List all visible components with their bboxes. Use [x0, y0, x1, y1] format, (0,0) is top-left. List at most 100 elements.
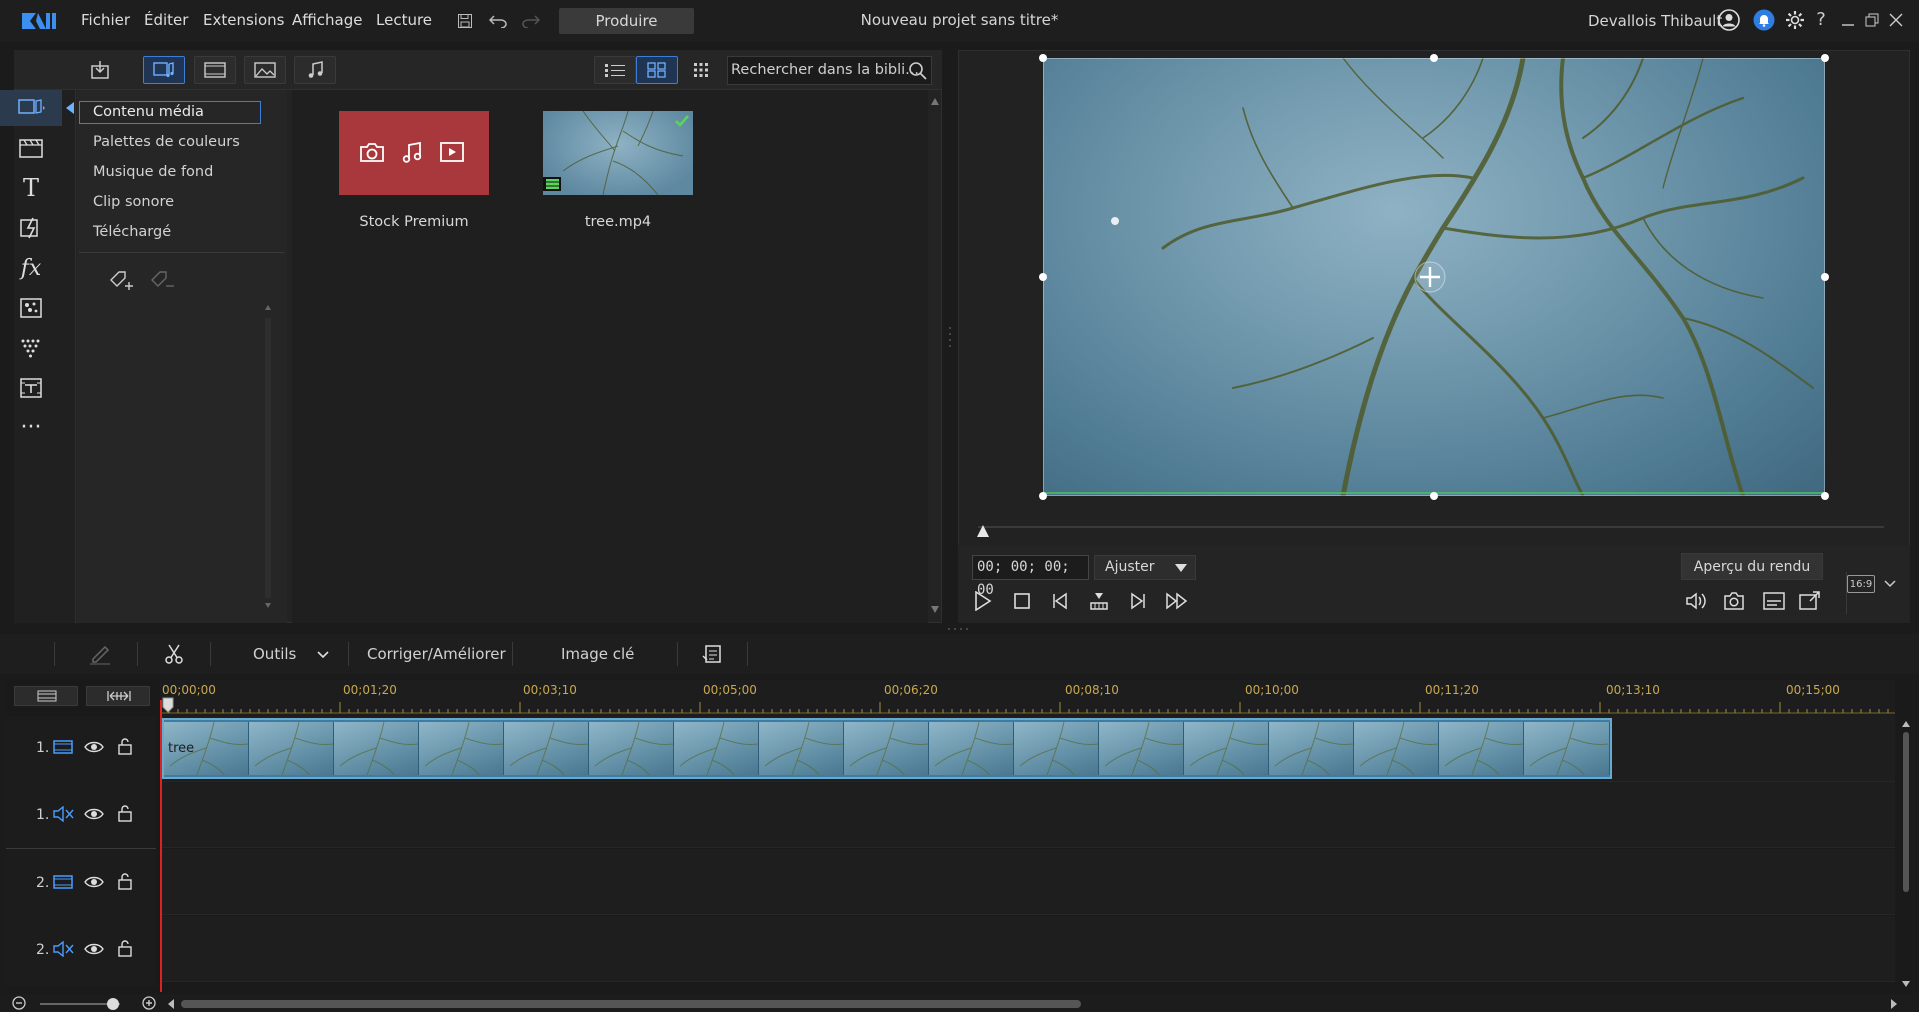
- panel-splitter-horizontal[interactable]: [946, 627, 972, 631]
- notification-bell-icon[interactable]: [1752, 8, 1776, 32]
- restore-window-icon[interactable]: [1862, 8, 1882, 32]
- tree-video-thumbnail[interactable]: [543, 111, 693, 195]
- clip-attributes-icon[interactable]: [698, 640, 726, 668]
- visibility-eye-icon[interactable]: [84, 806, 104, 822]
- category-sound-clip[interactable]: Clip sonore: [93, 194, 174, 210]
- transitions-room-icon[interactable]: [0, 130, 62, 166]
- lock-icon[interactable]: [117, 804, 133, 822]
- menu-fichier[interactable]: Fichier: [81, 11, 130, 29]
- undo-icon[interactable]: [487, 11, 509, 31]
- title-room-icon[interactable]: T: [0, 170, 62, 206]
- playhead-line[interactable]: [160, 700, 162, 992]
- stock-premium-tile[interactable]: [339, 111, 489, 195]
- visibility-eye-icon[interactable]: [84, 874, 104, 890]
- track-lane-audio-2[interactable]: [160, 916, 1895, 982]
- search-box[interactable]: Rechercher dans la bibli...: [727, 56, 932, 85]
- fit-timeline-button[interactable]: [86, 686, 150, 706]
- resize-handle-top[interactable]: [1430, 54, 1438, 62]
- small-grid-view-icon[interactable]: [688, 58, 714, 82]
- tab-video[interactable]: [194, 56, 236, 84]
- resize-handle-bottom-right[interactable]: [1821, 492, 1829, 500]
- next-frame-icon[interactable]: [1124, 588, 1150, 614]
- menu-lecture[interactable]: Lecture: [376, 11, 432, 29]
- produce-button[interactable]: Produire: [559, 8, 694, 34]
- volume-icon[interactable]: [1682, 588, 1710, 614]
- help-icon[interactable]: ?: [1811, 7, 1831, 31]
- track-lane-video-2[interactable]: [160, 849, 1895, 915]
- media-room-icon[interactable]: [0, 90, 62, 126]
- resize-handle-top-right[interactable]: [1821, 54, 1829, 62]
- lock-icon[interactable]: [117, 737, 133, 755]
- timecode-field[interactable]: 00; 00; 00; 00: [972, 555, 1089, 598]
- zoom-in-icon[interactable]: [142, 996, 156, 1010]
- preview-scrub-track[interactable]: [978, 526, 1884, 528]
- save-icon[interactable]: [455, 11, 475, 31]
- resize-handle-bottom-left[interactable]: [1039, 492, 1047, 500]
- import-media-button[interactable]: [78, 56, 122, 84]
- subtitles-icon[interactable]: [1760, 588, 1788, 614]
- category-color-palettes[interactable]: Palettes de couleurs: [93, 134, 240, 150]
- tools-chevron-down-icon[interactable]: [317, 651, 329, 659]
- lock-icon[interactable]: [117, 872, 133, 890]
- undock-preview-icon[interactable]: [1796, 588, 1824, 614]
- resize-handle-right[interactable]: [1821, 273, 1829, 281]
- menu-extensions[interactable]: Extensions: [203, 11, 284, 29]
- track-manager-button[interactable]: [14, 686, 78, 706]
- render-preview-button[interactable]: Aperçu du rendu: [1681, 553, 1823, 580]
- tools-menu-button[interactable]: Outils: [253, 645, 296, 663]
- remove-tag-icon[interactable]: [147, 267, 175, 295]
- play-icon[interactable]: [970, 588, 996, 614]
- search-icon[interactable]: [908, 61, 928, 81]
- more-rooms-icon[interactable]: ···: [0, 410, 62, 446]
- user-account-icon[interactable]: [1717, 8, 1741, 32]
- timeline-vertical-scrollbar[interactable]: [1900, 718, 1912, 990]
- category-background-music[interactable]: Musique de fond: [93, 164, 213, 180]
- panel-splitter-vertical[interactable]: [948, 325, 952, 349]
- timeline-clip-tree[interactable]: [162, 718, 1612, 779]
- menu-editer[interactable]: Éditer: [144, 11, 188, 29]
- preview-scrub-handle[interactable]: [976, 524, 990, 538]
- resize-handle-left[interactable]: [1039, 273, 1047, 281]
- resize-handle-top-left[interactable]: [1039, 54, 1047, 62]
- add-tag-icon[interactable]: [106, 267, 134, 295]
- visibility-eye-icon[interactable]: [84, 941, 104, 957]
- redo-icon[interactable]: [520, 11, 542, 31]
- particles-room-icon[interactable]: [0, 290, 62, 326]
- edit-pencil-icon[interactable]: [86, 640, 114, 668]
- zoom-out-icon[interactable]: [12, 996, 26, 1010]
- playhead-marker-icon[interactable]: [162, 697, 174, 713]
- subtitle-room-icon[interactable]: [0, 370, 62, 406]
- move-crosshair-icon[interactable]: [1414, 261, 1446, 293]
- previous-frame-icon[interactable]: [1048, 588, 1074, 614]
- stop-icon[interactable]: [1009, 588, 1035, 614]
- timeline-horizontal-scrollbar[interactable]: [165, 997, 1900, 1011]
- zoom-slider-handle[interactable]: [107, 998, 119, 1010]
- fade-room-icon[interactable]: [0, 330, 62, 366]
- tab-media-content[interactable]: [143, 56, 185, 84]
- split-frame-icon[interactable]: [1086, 588, 1112, 614]
- category-media-content[interactable]: Contenu média: [79, 101, 261, 124]
- fix-enhance-button[interactable]: Corriger/Améliorer: [367, 645, 506, 663]
- effects-room-icon[interactable]: [0, 210, 62, 246]
- close-window-icon[interactable]: [1886, 8, 1906, 32]
- tab-image[interactable]: [244, 56, 286, 84]
- search-input[interactable]: Rechercher dans la bibli...: [731, 62, 919, 78]
- snapshot-camera-icon[interactable]: [1720, 588, 1748, 614]
- fast-forward-icon[interactable]: [1163, 588, 1191, 614]
- menu-affichage[interactable]: Affichage: [292, 11, 362, 29]
- user-name[interactable]: Devallois Thibault: [1588, 12, 1722, 30]
- category-downloaded[interactable]: Téléchargé: [93, 224, 171, 240]
- app-logo-icon[interactable]: [20, 9, 60, 33]
- list-view-button[interactable]: [594, 56, 636, 84]
- keyframe-button[interactable]: Image clé: [561, 645, 634, 663]
- lock-icon[interactable]: [117, 939, 133, 957]
- fx-room-icon[interactable]: fx: [0, 250, 62, 286]
- aspect-chevron-down-icon[interactable]: [1884, 580, 1896, 588]
- resize-handle-bottom[interactable]: [1430, 492, 1438, 500]
- minimize-window-icon[interactable]: [1838, 8, 1858, 32]
- visibility-eye-icon[interactable]: [84, 739, 104, 755]
- grid-view-button[interactable]: [636, 56, 678, 84]
- category-scrollbar[interactable]: [264, 300, 272, 615]
- fit-dropdown[interactable]: Ajuster: [1094, 555, 1196, 580]
- settings-gear-icon[interactable]: [1783, 8, 1807, 32]
